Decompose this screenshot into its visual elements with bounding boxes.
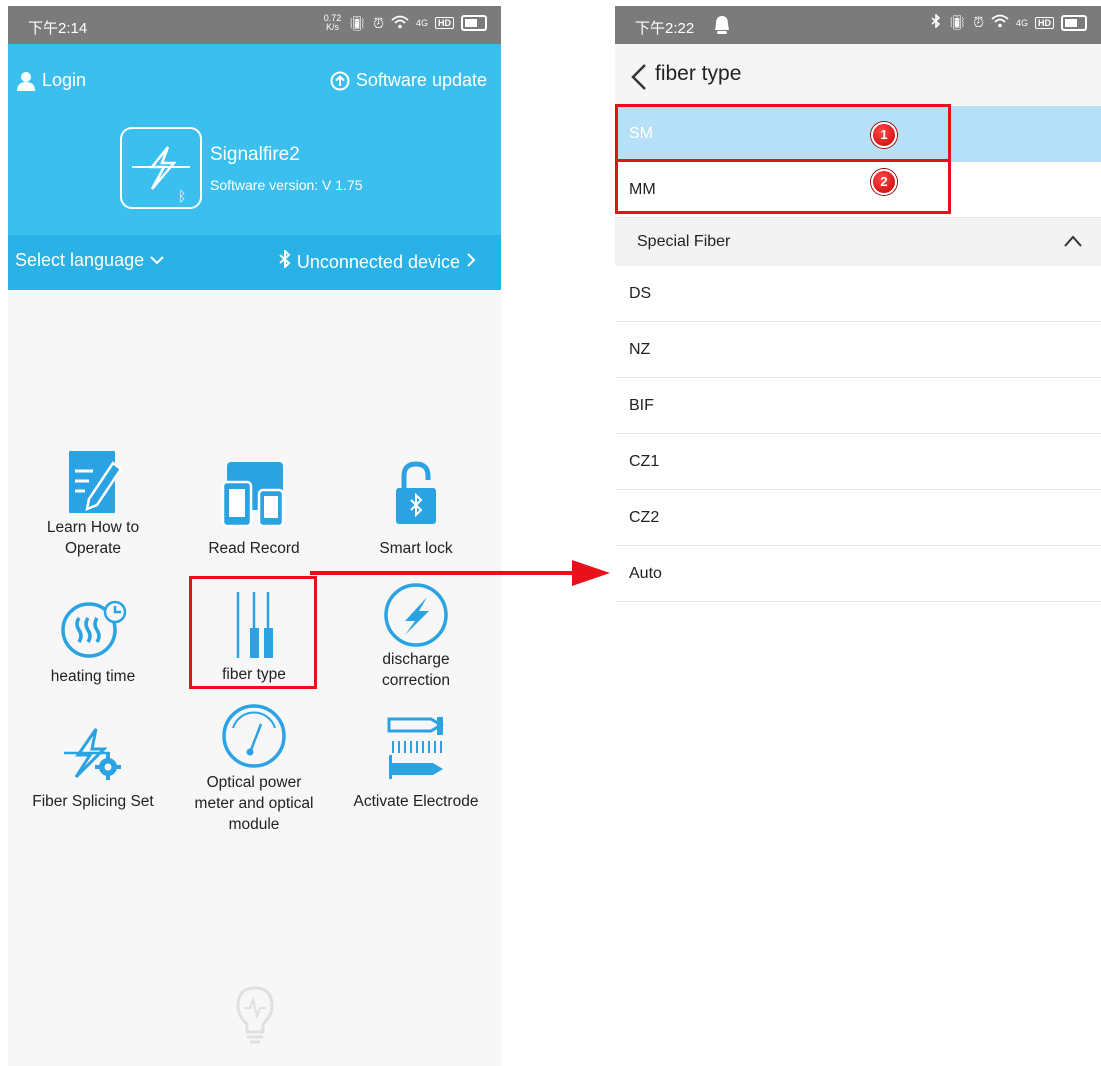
bluetooth-icon xyxy=(931,13,941,31)
optical-label-line2: meter and optical xyxy=(194,795,314,812)
sm-highlight-box xyxy=(615,104,951,162)
software-update-label: Software update xyxy=(355,70,487,90)
special-option-bif[interactable]: BIF xyxy=(615,378,1101,434)
menu-read-record[interactable]: Read Record xyxy=(179,460,329,559)
app-version: Software version: V 1.75 xyxy=(210,177,363,193)
page-title: fiber type xyxy=(655,62,742,85)
alarm-icon: ⏰︎ xyxy=(373,14,384,31)
learn-label-line2: Operate xyxy=(64,540,121,557)
optical-label-line3: module xyxy=(228,816,280,830)
special-option-auto[interactable]: Auto xyxy=(615,546,1101,602)
device-connection-button[interactable]: Unconnected device xyxy=(278,248,477,273)
mm-highlight-box xyxy=(615,159,951,214)
main-menu-screen: 下午2:14 0.72 K/s 📳︎ ⏰︎ 4G HD Login Softwar… xyxy=(8,6,501,1066)
option-label: CZ2 xyxy=(629,509,660,526)
option-label: BIF xyxy=(629,397,654,414)
app-header: Login Software update ᛒ Signalfire2 Soft… xyxy=(8,44,501,235)
option-label: CZ1 xyxy=(629,453,660,470)
language-label: Select language xyxy=(15,250,145,270)
special-option-nz[interactable]: NZ xyxy=(615,322,1101,378)
menu-heating-time[interactable]: heating time xyxy=(18,598,168,687)
status-bar: 下午2:14 0.72 K/s 📳︎ ⏰︎ 4G HD xyxy=(8,6,501,44)
smart-lock-label: Smart lock xyxy=(379,540,453,557)
electrode-icon xyxy=(387,717,444,779)
chevron-down-icon xyxy=(150,256,164,265)
signal-icon: 4G xyxy=(415,18,428,28)
menu-discharge-correction[interactable]: discharge correction xyxy=(341,581,491,691)
special-option-ds[interactable]: DS xyxy=(615,266,1101,322)
step-badge-1: 1 xyxy=(871,122,897,148)
lightbulb-icon[interactable] xyxy=(232,984,278,1046)
edit-note-icon xyxy=(69,451,123,513)
tablet-phone-icon xyxy=(221,462,285,528)
step-badge-2: 2 xyxy=(871,169,897,195)
network-speed: 0.72 K/s xyxy=(323,13,342,32)
special-option-cz1[interactable]: CZ1 xyxy=(615,434,1101,490)
vibrate-icon: 📳︎ xyxy=(348,14,367,31)
special-option-cz2[interactable]: CZ2 xyxy=(615,490,1101,546)
select-language-dropdown[interactable]: Select language xyxy=(15,250,165,271)
status-time: 下午2:14 xyxy=(28,20,88,37)
login-button[interactable]: Login xyxy=(16,70,86,91)
signal-icon: 4G xyxy=(1015,17,1028,28)
status-icons: 📳︎ ⏰︎ 4G HD xyxy=(931,13,1087,31)
battery-icon xyxy=(461,15,487,31)
chevron-right-icon xyxy=(467,253,476,267)
app-name: Signalfire2 xyxy=(210,144,300,165)
fiber-type-highlight-box xyxy=(189,576,317,689)
status-time: 下午2:22 xyxy=(635,20,695,37)
device-label: Unconnected device xyxy=(296,252,460,272)
menu-learn-how-to-operate[interactable]: Learn How to Operate xyxy=(18,449,168,559)
option-label: DS xyxy=(629,285,652,302)
app-logo-icon: ᛒ xyxy=(120,127,202,209)
status-bar: 下午2:22 📳︎ ⏰︎ 4G HD xyxy=(615,6,1101,44)
discharge-label-line1: discharge xyxy=(382,651,450,668)
discharge-label-line2: correction xyxy=(381,672,451,689)
read-record-label: Read Record xyxy=(208,540,300,557)
optical-label-line1: Optical power xyxy=(206,774,302,791)
user-icon xyxy=(17,71,35,91)
hd-badge: HD xyxy=(435,17,454,29)
group-label: Special Fiber xyxy=(637,233,731,250)
svg-text:ᛒ: ᛒ xyxy=(178,189,186,205)
gauge-icon xyxy=(222,704,286,768)
fiber-splicing-set-label: Fiber Splicing Set xyxy=(32,793,154,810)
login-label: Login xyxy=(42,70,87,90)
bluetooth-icon xyxy=(279,248,291,270)
option-label: NZ xyxy=(629,341,651,358)
battery-icon xyxy=(1061,14,1087,31)
qq-notification-icon xyxy=(715,16,729,34)
alarm-icon: ⏰︎ xyxy=(973,14,984,30)
option-label: Auto xyxy=(629,565,662,582)
wifi-icon xyxy=(991,14,1009,31)
annotation-arrow xyxy=(310,560,610,586)
heating-time-label: heating time xyxy=(50,668,136,685)
back-arrow-icon[interactable] xyxy=(629,62,649,92)
chevron-up-icon xyxy=(1064,235,1082,247)
connection-bar: Select language Unconnected device xyxy=(8,235,501,290)
hd-badge: HD xyxy=(1035,16,1054,29)
wifi-icon xyxy=(391,15,409,32)
learn-label-line1: Learn How to xyxy=(46,519,140,536)
title-bar: fiber type xyxy=(615,44,1101,106)
software-update-button[interactable]: Software update xyxy=(330,70,487,91)
status-icons: 0.72 K/s 📳︎ ⏰︎ 4G HD xyxy=(324,14,487,32)
lightning-circle-icon xyxy=(384,583,448,647)
bluetooth-lock-icon xyxy=(396,461,436,524)
lightning-gear-icon xyxy=(64,728,121,780)
upload-circle-icon xyxy=(330,71,350,90)
heat-timer-icon xyxy=(61,600,127,658)
vibrate-icon: 📳︎ xyxy=(948,14,967,30)
fiber-type-screen: 下午2:22 📳︎ ⏰︎ 4G HD fiber type SM MM Spec… xyxy=(615,6,1101,1066)
menu-fiber-splicing-set[interactable]: Fiber Splicing Set xyxy=(18,723,168,812)
menu-activate-electrode[interactable]: Activate Electrode xyxy=(341,715,491,812)
special-fiber-group-header[interactable]: Special Fiber xyxy=(615,218,1101,266)
menu-smart-lock[interactable]: Smart lock xyxy=(341,460,491,559)
menu-optical-power-meter[interactable]: Optical power meter and optical module xyxy=(179,702,329,830)
activate-electrode-label: Activate Electrode xyxy=(353,793,479,810)
